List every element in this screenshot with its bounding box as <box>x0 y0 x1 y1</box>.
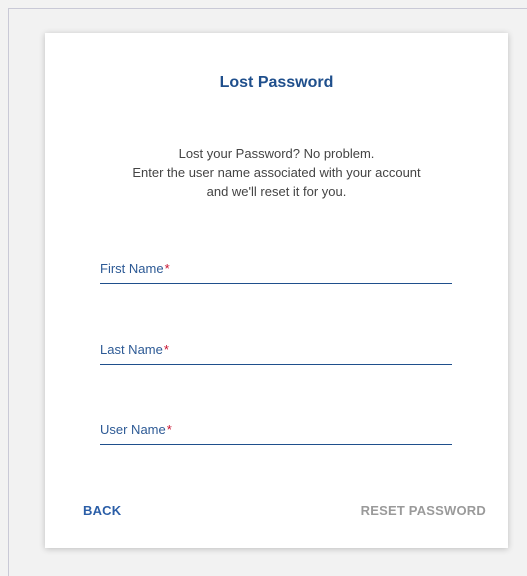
first-name-input[interactable] <box>100 258 452 283</box>
last-name-input[interactable] <box>100 339 452 364</box>
user-name-field[interactable]: User Name* <box>100 419 452 445</box>
user-name-input[interactable] <box>100 419 452 444</box>
description-line-3: and we'll reset it for you. <box>206 184 347 199</box>
first-name-field[interactable]: First Name* <box>100 258 452 284</box>
lost-password-dialog: Lost Password Lost your Password? No pro… <box>45 33 508 548</box>
reset-password-button[interactable]: RESET PASSWORD <box>361 503 486 518</box>
dialog-description: Lost your Password? No problem. Enter th… <box>45 144 508 201</box>
last-name-field[interactable]: Last Name* <box>100 339 452 365</box>
description-line-1: Lost your Password? No problem. <box>178 146 375 161</box>
description-line-2: Enter the user name associated with your… <box>132 165 421 180</box>
back-button[interactable]: BACK <box>83 503 121 518</box>
dialog-title: Lost Password <box>219 74 334 91</box>
